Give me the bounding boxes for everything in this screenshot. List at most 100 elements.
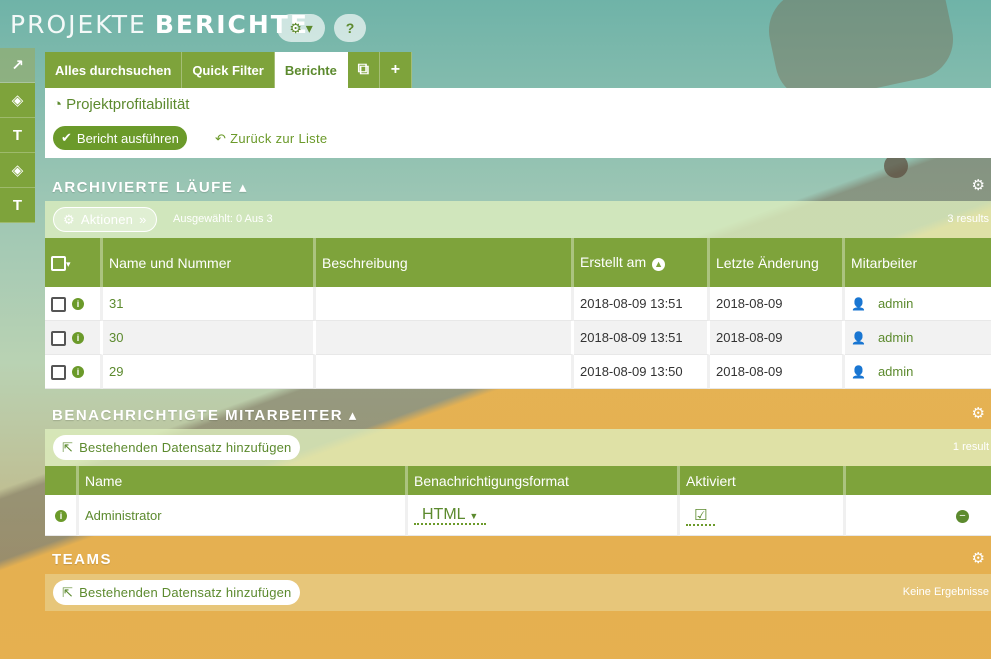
chevron-down-icon: ▼ — [469, 511, 479, 521]
info-icon[interactable]: i — [55, 510, 67, 523]
user-icon: 👤 — [851, 365, 866, 379]
notified-table: Name Benachrichtigungsformat Aktiviert i… — [45, 466, 991, 536]
info-icon[interactable]: i — [72, 332, 84, 345]
archived-heading[interactable]: ARCHIVIERTE LÄUFE ▴ — [52, 178, 248, 196]
pie-chart-icon: ◔ — [53, 96, 63, 113]
row-name[interactable]: 29 — [103, 355, 316, 389]
col-name[interactable]: Name und Nummer — [103, 238, 316, 287]
run-report-label: Bericht ausführen — [76, 130, 179, 146]
col-created[interactable]: Erstellt am ▲ — [574, 238, 710, 287]
teams-results-count: Keine Ergebnisse — [902, 586, 989, 598]
col-format[interactable]: Benachrichtigungsformat — [408, 466, 680, 495]
col-modified[interactable]: Letzte Änderung — [710, 238, 845, 287]
select-all-checkbox[interactable]: ▾ — [45, 238, 103, 287]
row-created: 2018-08-09 13:51 — [574, 321, 710, 355]
chevron-down-icon: » — [139, 212, 147, 227]
help-button[interactable]: ? — [334, 14, 366, 42]
teams-add-button[interactable]: ⇱ Bestehenden Datensatz hinzufügen — [53, 580, 301, 605]
row-name[interactable]: 30 — [103, 321, 316, 355]
row-description — [316, 287, 574, 321]
duplicate-icon[interactable]: ⧉ — [347, 52, 380, 88]
add-tab-icon[interactable]: + — [379, 52, 412, 88]
format-select[interactable]: HTML ▼ — [414, 506, 487, 525]
remove-icon[interactable]: − — [956, 510, 969, 523]
collapse-icon: ▴ — [348, 407, 358, 424]
back-to-list-label: Zurück zur Liste — [230, 131, 328, 146]
gear-icon: ⚙ ▾ — [289, 19, 313, 36]
collapse-icon: ▴ — [239, 179, 249, 196]
row-user[interactable]: admin — [878, 330, 913, 345]
link-icon: ⇱ — [62, 584, 74, 600]
back-to-list-link[interactable]: ↶ Zurück zur Liste — [215, 131, 327, 147]
col-description[interactable]: Beschreibung — [316, 238, 574, 287]
user-icon: 👤 — [851, 297, 866, 311]
rail-text-icon[interactable]: T — [0, 118, 35, 153]
select-dropdown-icon: ▾ — [66, 259, 71, 270]
results-count: 3 results — [947, 213, 989, 225]
tab-bar: Alles durchsuchen Quick Filter Berichte … — [45, 52, 412, 88]
tab-search-all[interactable]: Alles durchsuchen — [45, 52, 183, 88]
sort-icon: ▲ — [652, 258, 666, 271]
run-report-button[interactable]: ✔ Bericht ausführen — [53, 126, 187, 150]
row-modified: 2018-08-09 — [710, 355, 845, 389]
link-icon: ⇱ — [62, 439, 74, 455]
table-row: i 30 2018-08-09 13:51 2018-08-09 👤 admin — [45, 321, 991, 355]
enabled-checkbox[interactable]: ☑ — [686, 507, 716, 526]
archived-heading-text: ARCHIVIERTE LÄUFE — [52, 179, 234, 196]
teams-heading[interactable]: TEAMS — [52, 551, 112, 568]
actions-label: Aktionen — [80, 212, 134, 227]
rail-box-icon-2[interactable]: ◈ — [0, 153, 35, 188]
archived-gear-icon[interactable]: ⚙ — [972, 176, 985, 194]
notified-heading[interactable]: BENACHRICHTIGTE MITARBEITER ▴ — [52, 406, 358, 424]
checkbox-icon — [51, 255, 66, 271]
row-created: 2018-08-09 13:51 — [574, 287, 710, 321]
row-created: 2018-08-09 13:50 — [574, 355, 710, 389]
actions-button[interactable]: ⚙ Aktionen » — [53, 207, 157, 232]
archived-table: ▾ Name und Nummer Beschreibung Erstellt … — [45, 238, 991, 389]
row-checkbox[interactable] — [51, 364, 66, 380]
back-arrow-icon: ↶ — [215, 131, 227, 146]
table-row: i Administrator HTML ▼ ☑ − — [45, 495, 991, 536]
row-name[interactable]: Administrator — [79, 495, 408, 536]
page-title: PROJEKTE BERICHTE — [10, 10, 309, 39]
col-enabled[interactable]: Aktiviert — [680, 466, 846, 495]
row-modified: 2018-08-09 — [710, 287, 845, 321]
detail-panel: ◔ Projektprofitabilität ✔ Bericht ausfüh… — [45, 88, 991, 158]
notified-add-button[interactable]: ⇱ Bestehenden Datensatz hinzufügen — [53, 435, 301, 460]
table-row: i 31 2018-08-09 13:51 2018-08-09 👤 admin — [45, 287, 991, 321]
info-icon[interactable]: i — [72, 298, 84, 311]
info-icon[interactable]: i — [72, 366, 84, 379]
col-created-label: Erstellt am — [580, 254, 647, 270]
row-description — [316, 321, 574, 355]
tab-quick-filter[interactable]: Quick Filter — [182, 52, 275, 88]
rail-box-icon[interactable]: ◈ — [0, 83, 35, 118]
report-title-text: Projektprofitabilität — [66, 96, 190, 113]
col-user[interactable]: Mitarbeiter — [845, 238, 991, 287]
row-checkbox[interactable] — [51, 296, 66, 312]
table-row: i 29 2018-08-09 13:50 2018-08-09 👤 admin — [45, 355, 991, 389]
notified-gear-icon[interactable]: ⚙ — [972, 404, 985, 422]
archived-toolbar: ⚙ Aktionen » Ausgewählt: 0 Aus 3 3 resul… — [45, 201, 991, 238]
notified-toolbar: ⇱ Bestehenden Datensatz hinzufügen 1 res… — [45, 429, 991, 466]
report-title: ◔ Projektprofitabilität — [53, 96, 189, 113]
selection-count: Ausgewählt: 0 Aus 3 — [173, 213, 273, 225]
teams-add-label: Bestehenden Datensatz hinzufügen — [79, 585, 292, 600]
rail-text-icon-2[interactable]: T — [0, 188, 35, 223]
row-user[interactable]: admin — [878, 364, 913, 379]
table-header-row: Name Benachrichtigungsformat Aktiviert — [45, 466, 991, 495]
settings-button[interactable]: ⚙ ▾ — [277, 14, 325, 42]
row-name[interactable]: 31 — [103, 287, 316, 321]
gear-icon: ⚙ — [63, 211, 75, 227]
teams-gear-icon[interactable]: ⚙ — [972, 549, 985, 567]
notified-heading-text: BENACHRICHTIGTE MITARBEITER — [52, 407, 344, 424]
rail-trend-icon[interactable]: ↗ — [0, 48, 35, 83]
col-name[interactable]: Name — [79, 466, 408, 495]
row-user[interactable]: admin — [878, 296, 913, 311]
col-actions — [846, 466, 991, 495]
table-header-row: ▾ Name und Nummer Beschreibung Erstellt … — [45, 238, 991, 287]
check-icon: ✔ — [61, 130, 72, 145]
row-checkbox[interactable] — [51, 330, 66, 346]
page-title-module: PROJEKTE — [10, 10, 147, 39]
tab-reports[interactable]: Berichte — [274, 52, 348, 88]
help-icon: ? — [345, 20, 355, 36]
